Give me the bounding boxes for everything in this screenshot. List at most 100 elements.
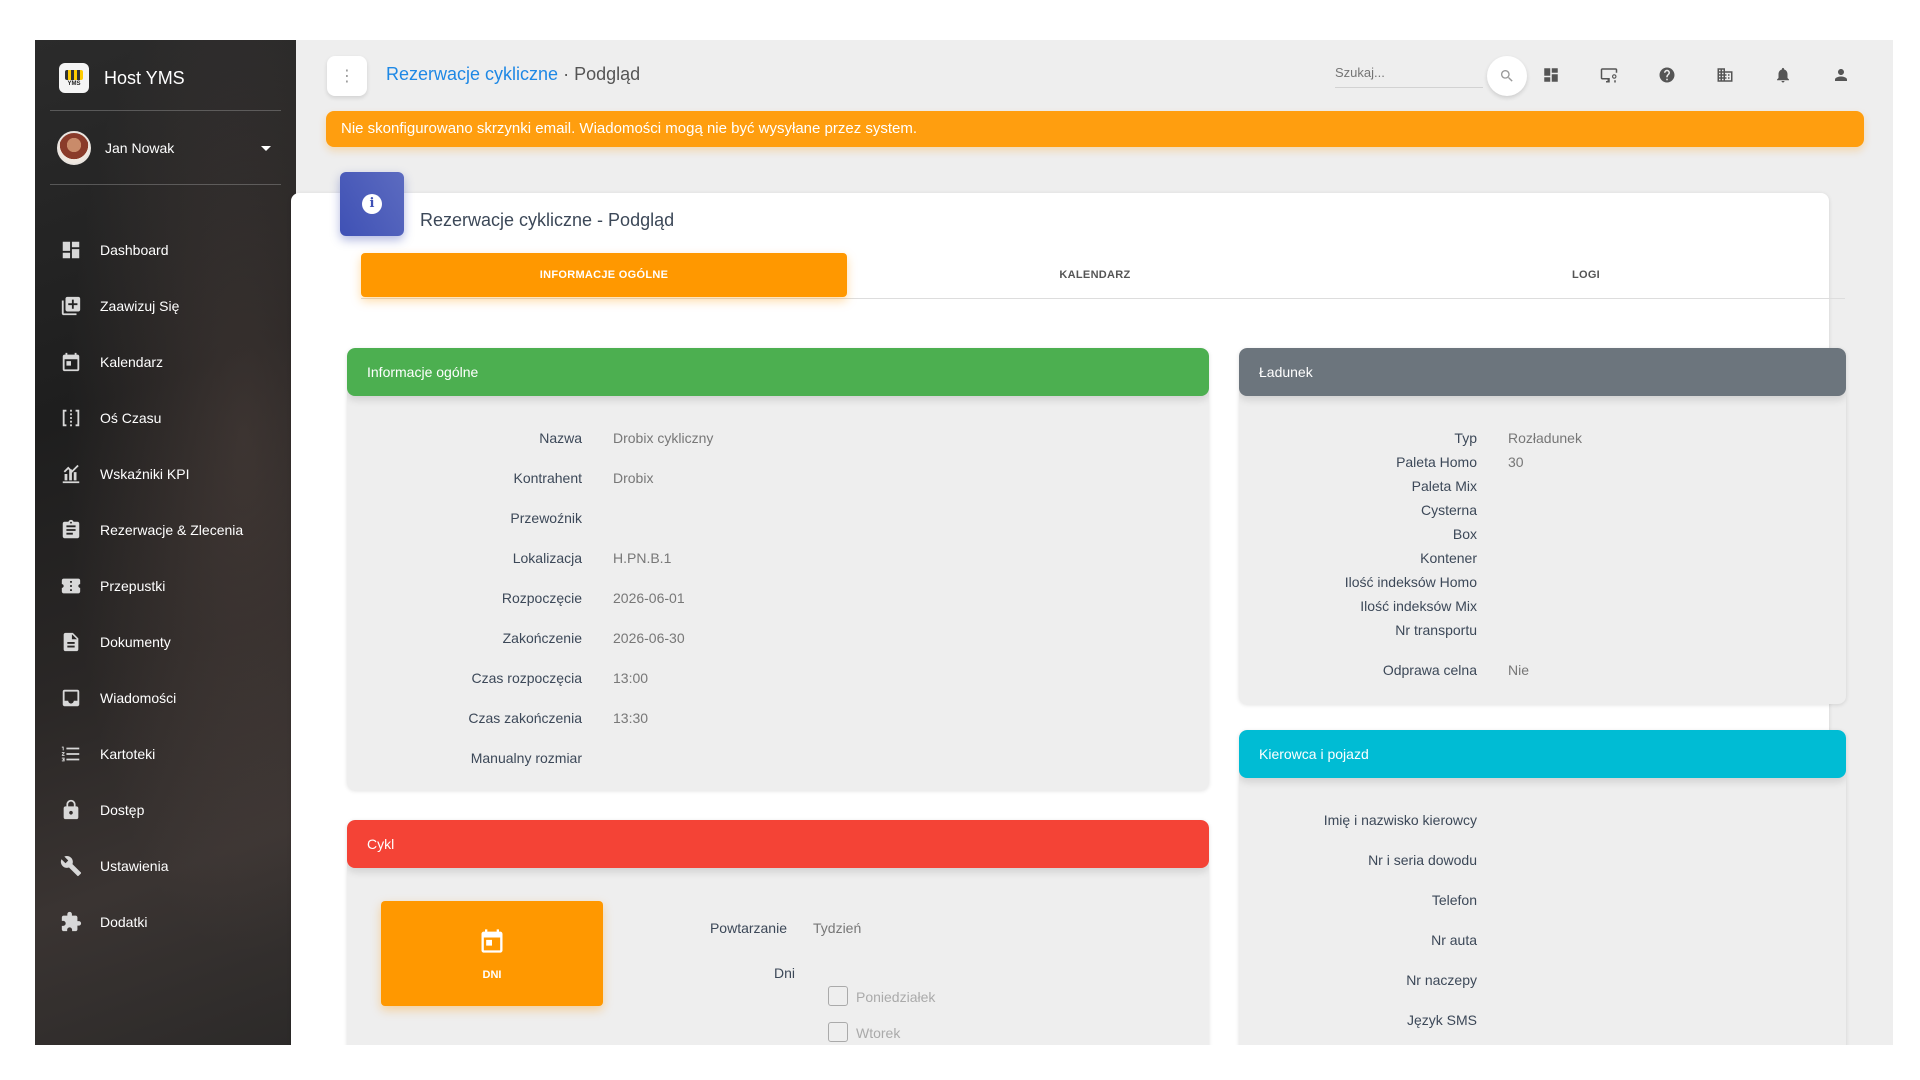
- search-icon: [1501, 70, 1513, 82]
- caret-down-icon: [261, 145, 271, 151]
- building-icon: [1717, 68, 1733, 82]
- field-value: 30: [1508, 454, 1524, 470]
- dashboard-shortcut-button[interactable]: [1538, 62, 1564, 88]
- sidebar-item-dokumenty[interactable]: Dokumenty: [50, 614, 281, 670]
- sidebar-item-dodatki[interactable]: Dodatki: [50, 894, 281, 950]
- brand[interactable]: YMS Host YMS: [59, 62, 185, 94]
- field-label: Kontener: [1420, 550, 1477, 566]
- notifications-button[interactable]: [1770, 62, 1796, 88]
- help-button[interactable]: [1654, 62, 1680, 88]
- field-label: Powtarzanie: [709, 920, 787, 936]
- field-value: 13:00: [613, 670, 649, 686]
- field-label: Nazwa: [539, 430, 582, 446]
- avatar: [57, 131, 91, 165]
- user-menu[interactable]: Jan Nowak: [57, 130, 279, 166]
- field-value: Rozładunek: [1508, 430, 1582, 446]
- kpi-chart-icon: [60, 463, 82, 485]
- sidebar-divider: [50, 110, 281, 111]
- sidebar-item-label: Oś Czasu: [100, 410, 162, 426]
- field-value: Drobix: [613, 470, 654, 486]
- document-icon: [60, 631, 82, 653]
- panel-header: Ładunek: [1239, 348, 1846, 396]
- panel-header: Kierowca i pojazd: [1239, 730, 1846, 778]
- field-label: Dni: [773, 965, 795, 981]
- tab-informacje-ogolne[interactable]: INFORMACJE OGÓLNE: [361, 253, 847, 297]
- sidebar-item-kartoteki[interactable]: Kartoteki: [50, 726, 281, 782]
- breadcrumb-link[interactable]: Rezerwacje cykliczne: [386, 64, 558, 84]
- field-label: Cysterna: [1420, 502, 1477, 518]
- card-header-icon: i: [340, 172, 404, 236]
- monday-checkbox[interactable]: [828, 986, 848, 1006]
- field-label: Rozpoczęcie: [501, 590, 582, 606]
- field-label: Ilość indeksów Mix: [1360, 598, 1477, 614]
- field-label: Paleta Homo: [1396, 454, 1477, 470]
- checkbox-label: Wtorek: [856, 1025, 901, 1041]
- tab-logi[interactable]: LOGI: [1343, 253, 1829, 297]
- field-label: Odprawa celna: [1382, 662, 1477, 678]
- field-label: Ilość indeksów Homo: [1344, 574, 1477, 590]
- sidebar-item-dashboard[interactable]: Dashboard: [50, 222, 281, 278]
- more-menu-button[interactable]: ⋮: [327, 56, 367, 96]
- field-label: Telefon: [1431, 892, 1477, 908]
- company-button[interactable]: [1712, 62, 1738, 88]
- field-label: Imię i nazwisko kierowcy: [1323, 812, 1477, 828]
- monitor-settings-button[interactable]: [1596, 62, 1622, 88]
- sidebar-nav: Dashboard Zaawizuj Się Kalendarz Oś Czas…: [50, 222, 281, 950]
- field-label: Kontrahent: [513, 470, 583, 486]
- panel-header: Cykl: [347, 820, 1209, 868]
- sidebar-item-dostep[interactable]: Dostęp: [50, 782, 281, 838]
- sidebar-item-zaawizuj[interactable]: Zaawizuj Się: [50, 278, 281, 334]
- sidebar-item-os-czasu[interactable]: Oś Czasu: [50, 390, 281, 446]
- field-value: H.PN.B.1: [613, 550, 672, 566]
- profile-button[interactable]: [1828, 62, 1854, 88]
- sidebar-item-ustawienia[interactable]: Ustawienia: [50, 838, 281, 894]
- load-panel: Ładunek: [1239, 348, 1846, 704]
- calendar-icon: [60, 351, 82, 373]
- field-value: Drobix cykliczny: [613, 430, 714, 446]
- checkbox-label: Poniedziałek: [856, 989, 936, 1005]
- more-vert-icon: ⋮: [339, 68, 355, 85]
- field-label: Język SMS: [1406, 1012, 1477, 1028]
- search-input[interactable]: [1335, 58, 1483, 88]
- sidebar-item-przepustki[interactable]: Przepustki: [50, 558, 281, 614]
- dashboard-icon: [60, 239, 82, 261]
- email-warning-alert: Nie skonfigurowano skrzynki email. Wiado…: [326, 111, 1864, 147]
- field-value: 13:30: [613, 710, 649, 726]
- sidebar-item-kalendarz[interactable]: Kalendarz: [50, 334, 281, 390]
- field-value: 2026-06-30: [613, 630, 685, 646]
- sidebar: YMS Host YMS Jan Nowak Dashboard Zaawizu…: [35, 40, 296, 1045]
- sidebar-divider: [50, 184, 281, 185]
- sidebar-item-label: Dodatki: [100, 914, 148, 930]
- sidebar-item-label: Rezerwacje & Zlecenia: [100, 522, 244, 538]
- sidebar-item-wiadomosci[interactable]: Wiadomości: [50, 670, 281, 726]
- app-frame: YMS Host YMS Jan Nowak Dashboard Zaawizu…: [35, 40, 1893, 1045]
- lock-icon: [60, 799, 82, 821]
- tuesday-checkbox[interactable]: [828, 1022, 848, 1042]
- user-name: Jan Nowak: [105, 140, 175, 156]
- sidebar-item-label: Dashboard: [100, 242, 169, 258]
- sidebar-item-kpi[interactable]: Wskaźniki KPI: [50, 446, 281, 502]
- list-icon: [60, 743, 82, 765]
- bell-icon: [1777, 67, 1789, 83]
- puzzle-icon: [60, 911, 82, 933]
- clipboard-icon: [60, 519, 82, 541]
- field-label: Paleta Mix: [1411, 478, 1477, 494]
- app-logo: YMS: [59, 63, 89, 93]
- sidebar-item-label: Ustawienia: [100, 858, 169, 874]
- field-label: Zakończenie: [502, 630, 582, 646]
- help-icon: [1659, 67, 1675, 83]
- field-label: Typ: [1454, 430, 1477, 446]
- days-tile-button[interactable]: DNI: [381, 901, 603, 1006]
- tab-kalendarz[interactable]: KALENDARZ: [852, 253, 1338, 297]
- app-name: Host YMS: [104, 67, 185, 88]
- person-icon: [1835, 69, 1847, 81]
- inbox-icon: [60, 687, 82, 709]
- ticket-icon: [60, 575, 82, 597]
- field-label: Nr i seria dowodu: [1368, 852, 1477, 868]
- search-button[interactable]: [1487, 56, 1527, 96]
- sidebar-item-rezerwacje[interactable]: Rezerwacje & Zlecenia: [50, 502, 281, 558]
- sidebar-item-label: Kalendarz: [100, 354, 164, 370]
- tabs: INFORMACJE OGÓLNE KALENDARZ LOGI: [361, 253, 1845, 299]
- field-label: Przewoźnik: [510, 510, 582, 526]
- driver-vehicle-panel: Kierowca i pojazd: [1239, 730, 1846, 1045]
